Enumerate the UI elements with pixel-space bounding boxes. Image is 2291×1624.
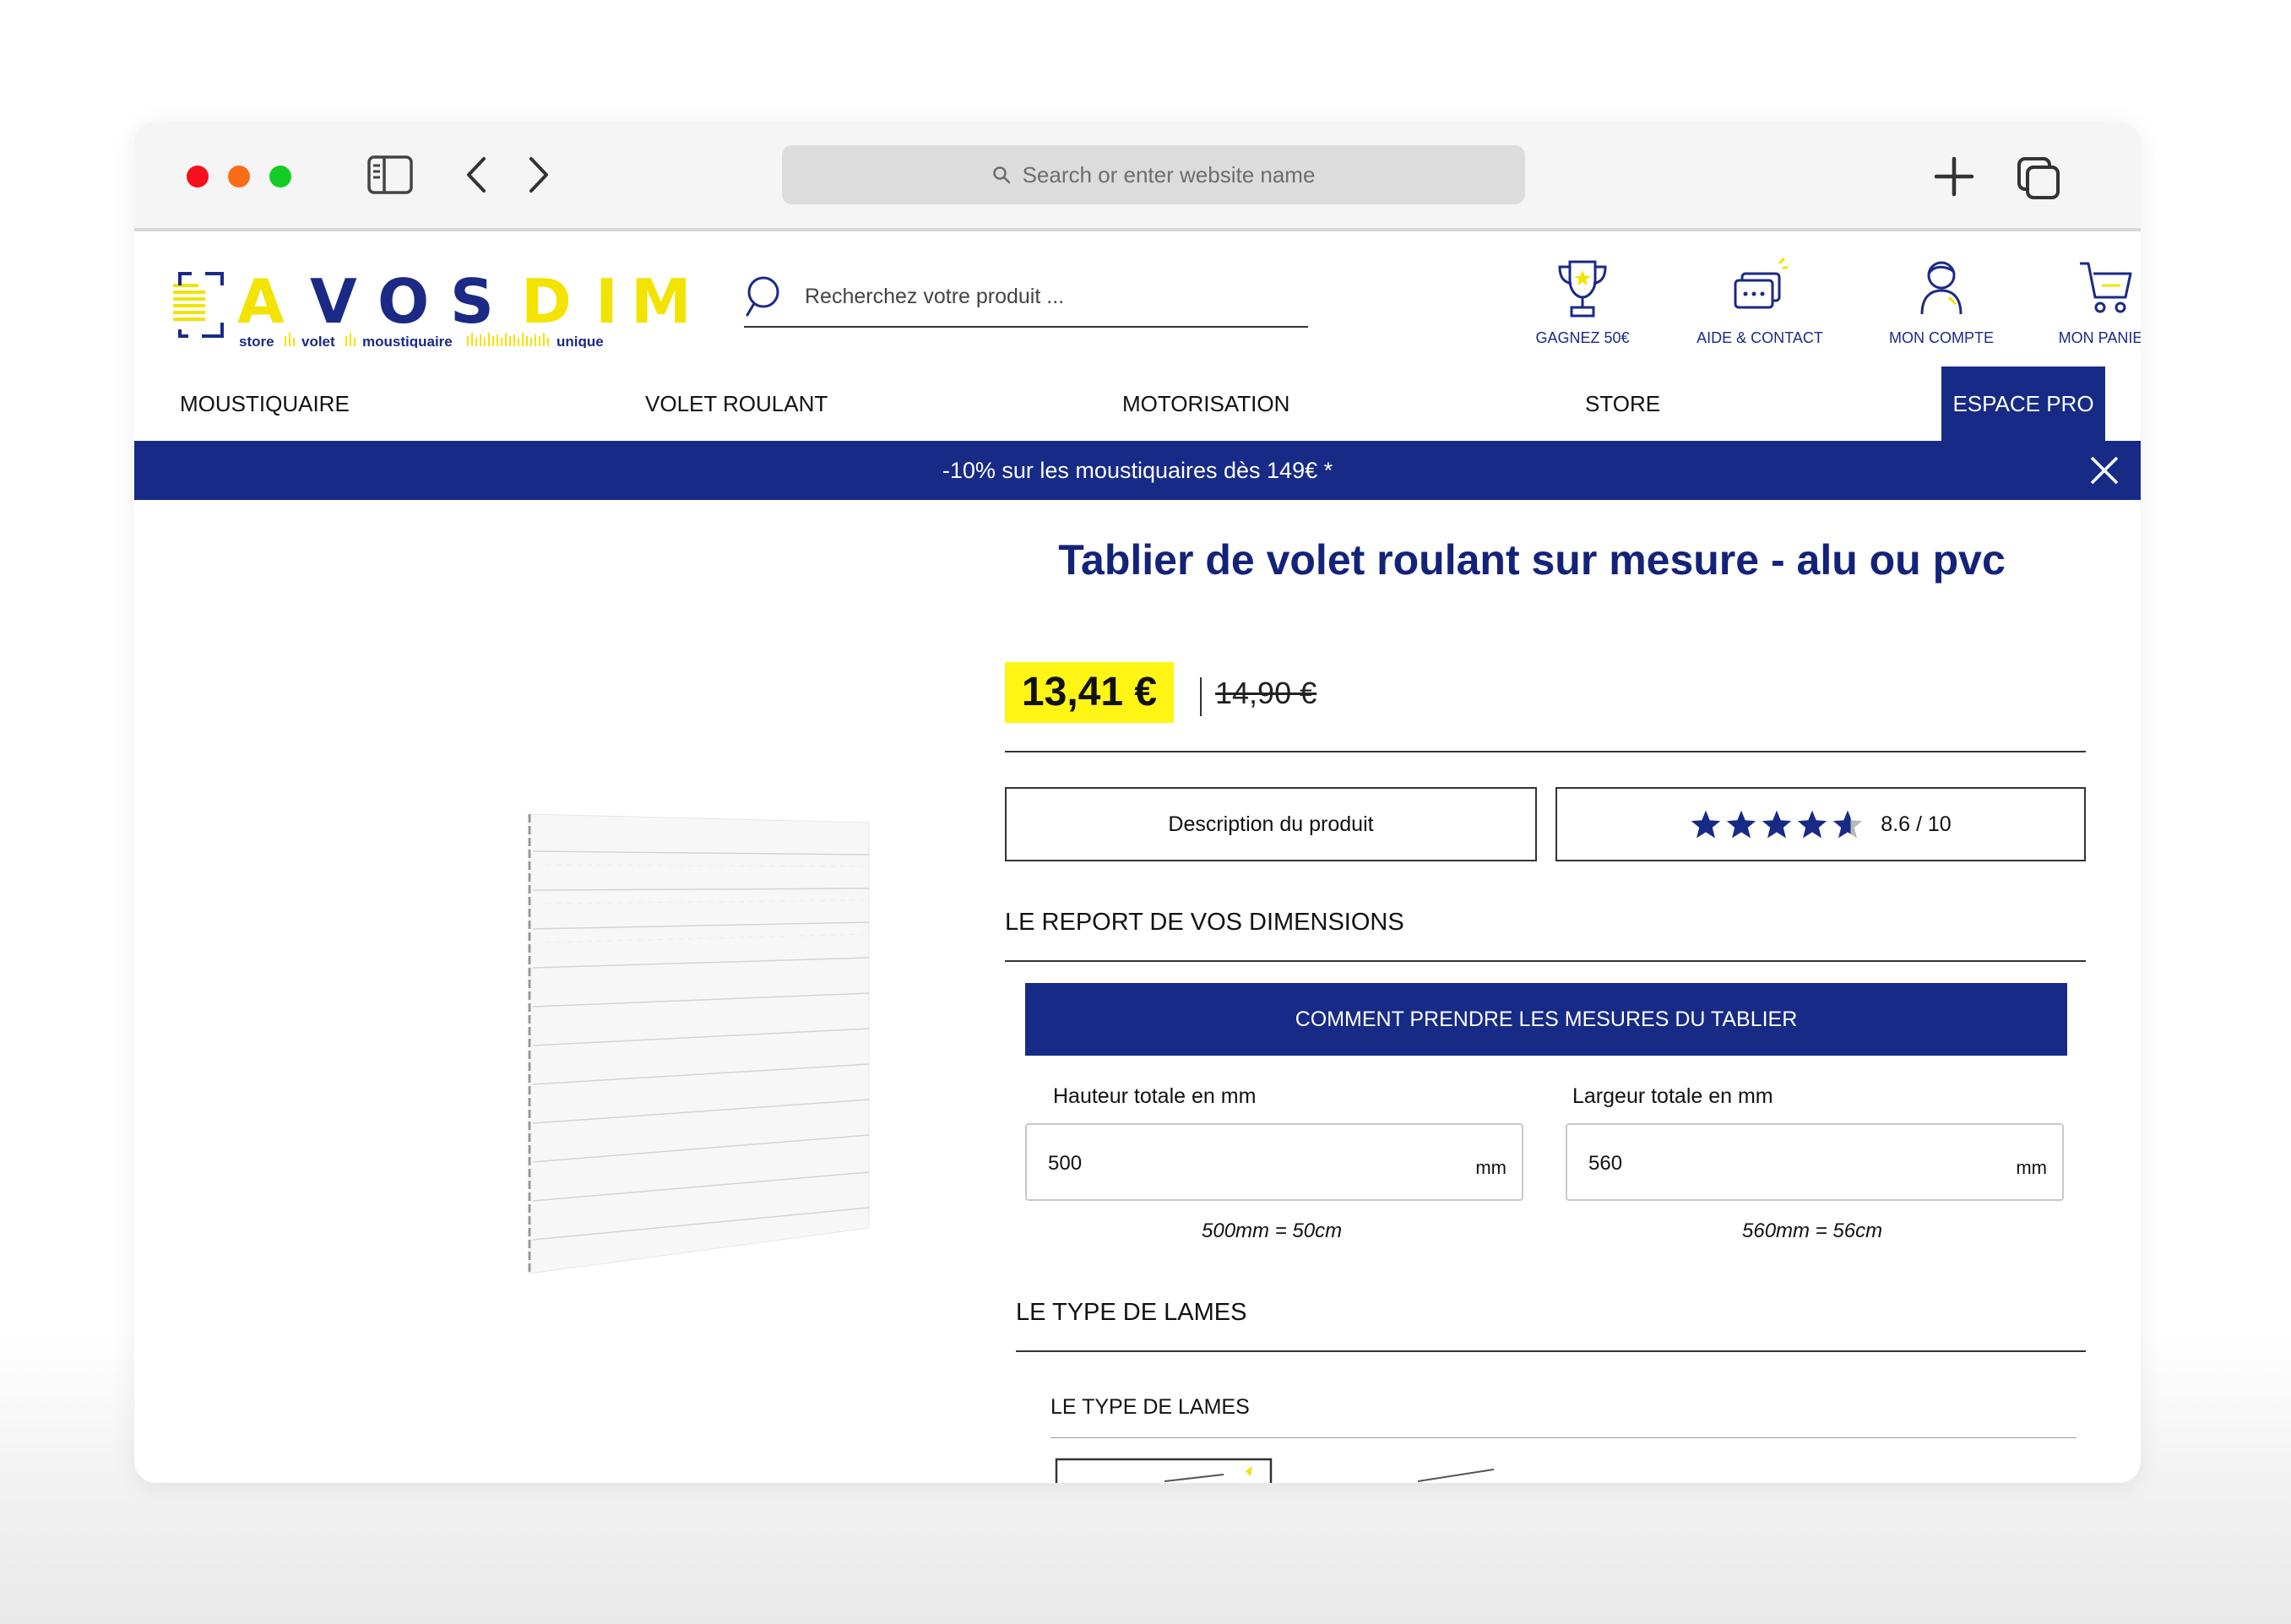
- star-icon: [1762, 810, 1792, 839]
- cart-icon: [2080, 262, 2132, 313]
- slats-divider: [1016, 1350, 2086, 1352]
- close-window-button[interactable]: [187, 166, 209, 187]
- nav-espace-pro[interactable]: ESPACE PRO: [1941, 367, 2105, 441]
- tab-reviews[interactable]: 8.6 / 10: [1555, 787, 2086, 861]
- price-separator: [1200, 677, 1202, 716]
- nav-store[interactable]: STORE: [1585, 367, 1660, 441]
- close-icon[interactable]: [2088, 454, 2120, 486]
- width-field[interactable]: 560 mm: [1566, 1123, 2064, 1201]
- tagline-volet: volet: [301, 334, 335, 348]
- tab-description-label: Description du produit: [1168, 812, 1374, 836]
- search-icon: [746, 276, 779, 317]
- url-placeholder: Search or enter website name: [1022, 161, 1316, 187]
- height-unit: mm: [1475, 1157, 1507, 1178]
- user-icon: [1920, 261, 1963, 315]
- how-to-measure-button[interactable]: COMMENT PRENDRE LES MESURES DU TABLIER: [1025, 983, 2067, 1056]
- rating-text: 8.6 / 10: [1881, 812, 1952, 836]
- price-divider: [1005, 751, 2086, 752]
- header-link-aide-contact[interactable]: AIDE & CONTACT: [1688, 255, 1832, 347]
- logo-letter-a: A: [237, 266, 285, 337]
- maximize-window-button[interactable]: [269, 166, 291, 187]
- header-link-mon-compte[interactable]: MON COMPTE: [1870, 255, 2013, 347]
- minimize-window-button[interactable]: [228, 166, 250, 187]
- nav-motorisation[interactable]: MOTORISATION: [1122, 367, 1289, 441]
- header-link-label: AIDE & CONTACT: [1697, 329, 1823, 346]
- search-icon: [992, 166, 1010, 184]
- logo-letter-m: M: [631, 266, 692, 337]
- chat-icon: [1734, 257, 1789, 309]
- header-link-gagnez[interactable]: GAGNEZ 50€: [1511, 255, 1654, 347]
- slats-title: LE TYPE DE LAMES: [1016, 1299, 1247, 1326]
- star-half-icon: [1833, 810, 1863, 839]
- avosdim-logo: A V O S D I M store volet moustiquaire u…: [173, 266, 692, 350]
- logo-letter-d: D: [521, 266, 572, 337]
- new-tab-icon[interactable]: [1933, 155, 1975, 198]
- forward-icon[interactable]: [526, 155, 551, 194]
- trophy-icon: [1558, 260, 1607, 318]
- height-label: Hauteur totale en mm: [1053, 1084, 1257, 1108]
- width-label: Largeur totale en mm: [1572, 1084, 1773, 1108]
- browser-window: Search or enter website name A V O S D I…: [134, 122, 2141, 1483]
- main-nav: MOUSTIQUAIRE VOLET ROULANT MOTORISATION …: [134, 367, 2141, 441]
- header-link-mon-panier[interactable]: MON PANIER: [2034, 255, 2141, 347]
- promo-banner: -10% sur les moustiquaires dès 149€ *: [134, 441, 2141, 500]
- height-conversion: 500mm = 50cm: [1202, 1219, 1343, 1242]
- tagline-unique: unique: [556, 334, 604, 348]
- star-icon: [1798, 810, 1827, 839]
- product-price: 13,41 €: [1005, 662, 1174, 723]
- tagline-moustiquaire: moustiquaire: [362, 334, 453, 348]
- old-price: 14,90 €: [1215, 676, 1317, 710]
- tabs-overview-icon[interactable]: [2016, 155, 2061, 201]
- header-link-label: MON PANIER: [2058, 329, 2141, 346]
- back-icon[interactable]: [464, 155, 489, 194]
- product-image: [388, 679, 894, 1325]
- width-input[interactable]: 560: [1588, 1152, 1622, 1176]
- product-search[interactable]: Recherchez votre produit ...: [744, 267, 1308, 328]
- url-bar[interactable]: Search or enter website name: [782, 145, 1525, 204]
- rating-stars: [1690, 809, 1864, 839]
- height-input[interactable]: 500: [1048, 1152, 1082, 1176]
- search-input[interactable]: Recherchez votre produit ...: [805, 285, 1064, 309]
- promo-text: -10% sur les moustiquaires dès 149€ *: [942, 458, 1333, 483]
- width-conversion: 560mm = 56cm: [1742, 1219, 1883, 1242]
- width-unit: mm: [2016, 1157, 2047, 1178]
- dimensions-divider: [1005, 960, 2086, 962]
- logo-letter-s: S: [450, 266, 494, 337]
- logo-letter-o: O: [377, 266, 429, 337]
- nav-volet-roulant[interactable]: VOLET ROULANT: [645, 367, 828, 441]
- sidebar-toggle-icon[interactable]: [367, 155, 413, 194]
- height-field[interactable]: 500 mm: [1025, 1123, 1523, 1201]
- logo-letter-v: V: [310, 266, 357, 337]
- browser-toolbar: Search or enter website name: [134, 122, 2141, 231]
- dimensions-title: LE REPORT DE VOS DIMENSIONS: [1005, 909, 1404, 936]
- roller-shutter-image: [528, 813, 870, 1274]
- slats-subtitle: LE TYPE DE LAMES: [1050, 1395, 1250, 1419]
- logo-letter-i: I: [595, 266, 618, 337]
- site-logo[interactable]: A V O S D I M store volet moustiquaire u…: [168, 255, 742, 352]
- header-link-label: GAGNEZ 50€: [1535, 329, 1630, 346]
- star-icon: [1727, 810, 1756, 839]
- tagline-store: store: [239, 334, 274, 348]
- header-link-label: MON COMPTE: [1889, 329, 1994, 346]
- nav-moustiquaire[interactable]: MOUSTIQUAIRE: [180, 367, 350, 441]
- product-title: Tablier de volet roulant sur mesure - al…: [1058, 536, 2006, 584]
- slat-option-preview[interactable]: [1055, 1458, 1494, 1483]
- star-icon: [1691, 810, 1721, 839]
- tab-description[interactable]: Description du produit: [1005, 787, 1537, 861]
- slats-sub-divider: [1050, 1437, 2077, 1438]
